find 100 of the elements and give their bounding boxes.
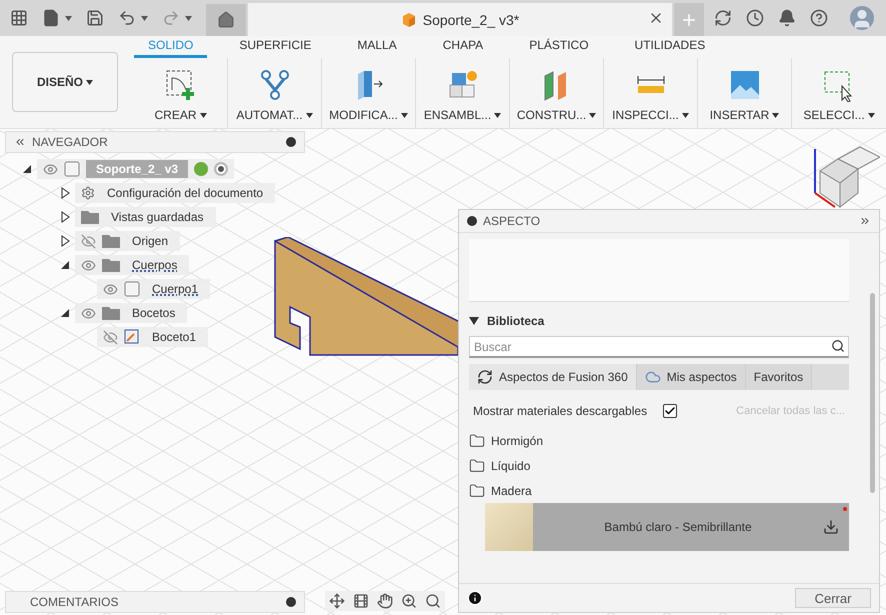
folder-item[interactable]: Hormigón <box>469 428 849 453</box>
help-icon[interactable] <box>810 9 828 27</box>
folder-icon <box>102 258 120 272</box>
expanded-arrow-icon[interactable] <box>21 163 33 175</box>
cloud-icon <box>644 369 661 385</box>
undo-arrow-icon <box>118 9 136 27</box>
orbit-icon[interactable] <box>329 593 345 609</box>
settings-icon <box>81 186 95 200</box>
comments-title: COMENTARIOS <box>30 595 120 609</box>
caret-icon <box>589 113 596 118</box>
collapsed-arrow-icon[interactable] <box>59 211 71 223</box>
add-comment-icon[interactable] <box>286 597 296 607</box>
cube-icon <box>400 12 417 28</box>
caret-icon <box>86 80 93 86</box>
scrollbar-thumb[interactable] <box>870 293 875 493</box>
ribbon-group-button[interactable]: MODIFICA... <box>322 58 416 128</box>
expanded-arrow-icon[interactable] <box>59 259 71 271</box>
eye-icon[interactable] <box>103 282 118 296</box>
caret-icon <box>185 16 192 20</box>
body-icon <box>64 161 80 177</box>
folder-icon <box>81 210 99 224</box>
folder-icon <box>469 432 485 448</box>
disclosure-icon <box>469 316 479 326</box>
status-dot-icon <box>843 507 847 511</box>
zoom-icon[interactable] <box>401 593 417 609</box>
ribbon-group-button[interactable]: CREAR <box>134 58 228 128</box>
eye-icon[interactable] <box>43 162 58 176</box>
caret-icon <box>772 113 780 118</box>
close-button[interactable]: Cerrar <box>795 588 871 608</box>
section-header[interactable]: Biblioteca <box>469 302 849 336</box>
caret-icon <box>306 113 313 118</box>
expanded-arrow-icon[interactable] <box>59 307 71 319</box>
undo-icon[interactable] <box>118 9 148 27</box>
document-title: Soporte_2_ v3* <box>422 12 520 28</box>
ribbon-group-button[interactable]: SELECCI... <box>792 58 886 128</box>
search-field[interactable]: Buscar <box>469 336 849 358</box>
sync-icon[interactable] <box>714 9 732 27</box>
collapsed-arrow-icon[interactable] <box>59 187 71 199</box>
material-thumbnail <box>485 503 533 551</box>
clock-icon[interactable] <box>746 9 764 27</box>
folder-item[interactable]: Madera <box>469 478 849 503</box>
library-tab[interactable]: Favoritos <box>746 364 812 390</box>
apps-grid-icon[interactable] <box>10 9 28 27</box>
caret-icon <box>868 113 875 118</box>
eye-icon[interactable] <box>81 306 96 320</box>
library-tab[interactable]: Mis aspectos <box>636 364 746 390</box>
workspace-dropdown[interactable]: DISEÑO <box>12 52 118 112</box>
eye-icon[interactable] <box>81 258 96 272</box>
ribbon-group-button[interactable]: INSPECCI... <box>604 58 698 128</box>
ribbon-tab[interactable]: SUPERFICIE <box>225 38 326 58</box>
collapsed-arrow-icon[interactable] <box>59 235 71 247</box>
minimize-icon[interactable] <box>286 137 296 147</box>
download-icon[interactable] <box>823 519 839 535</box>
folder-item[interactable]: Líquido <box>469 453 849 478</box>
caret-icon <box>494 113 502 118</box>
file-icon <box>42 9 60 27</box>
pan-icon[interactable] <box>377 593 393 609</box>
checkbox-label: Mostrar materiales descargables <box>473 404 648 418</box>
ribbon-tab[interactable]: UTILIDADES <box>620 38 720 58</box>
folder-icon <box>102 306 120 320</box>
home-tab[interactable] <box>206 4 246 36</box>
caret-icon <box>65 16 72 20</box>
caret-icon <box>200 113 206 118</box>
folder-icon <box>102 234 120 248</box>
file-menu-icon[interactable] <box>42 9 72 27</box>
document-tab[interactable]: Soporte_2_ v3* <box>248 3 672 36</box>
active-badge-icon <box>194 162 208 176</box>
expand-icon[interactable] <box>859 215 871 227</box>
info-icon[interactable] <box>467 590 483 606</box>
ribbon-tab[interactable]: MALLA <box>343 38 411 58</box>
body-icon <box>124 281 140 297</box>
save-icon[interactable] <box>86 9 104 27</box>
redo-icon[interactable] <box>162 9 192 27</box>
ribbon-group-button[interactable]: AUTOMAT... <box>228 58 322 128</box>
bell-icon[interactable] <box>778 9 796 27</box>
ribbon-tab[interactable]: CHAPA <box>428 38 498 58</box>
checkbox[interactable] <box>663 404 678 418</box>
caret-icon <box>141 16 148 20</box>
navigator-title: NAVEGADOR <box>32 135 109 149</box>
ribbon-group-button[interactable]: INSERTAR <box>698 58 792 128</box>
ribbon-group-button[interactable]: CONSTRU... <box>510 58 604 128</box>
folder-icon <box>469 458 485 474</box>
home-icon <box>217 11 235 29</box>
caret-icon <box>400 113 408 118</box>
comments-bar[interactable]: COMENTARIOS <box>5 591 305 613</box>
navigator-header[interactable]: NAVEGADOR <box>5 131 305 153</box>
folder-icon <box>469 482 485 498</box>
caret-icon <box>682 113 689 118</box>
minimize-icon[interactable] <box>467 216 477 226</box>
material-item[interactable]: Bambú claro - Semibrillante <box>485 503 849 551</box>
ribbon-tab[interactable]: PLÁSTICO <box>515 38 603 58</box>
active-radio-icon[interactable] <box>214 162 228 176</box>
panel-title: ASPECTO <box>483 214 542 228</box>
library-tab[interactable]: Aspectos de Fusion 360 <box>469 364 637 390</box>
refresh-icon <box>477 369 493 385</box>
collapse-icon[interactable] <box>14 136 26 148</box>
search-icon[interactable] <box>831 339 845 353</box>
sketch-icon <box>124 329 140 345</box>
redo-arrow-icon <box>162 9 180 27</box>
ribbon-group-button[interactable]: ENSAMBL... <box>416 58 510 128</box>
